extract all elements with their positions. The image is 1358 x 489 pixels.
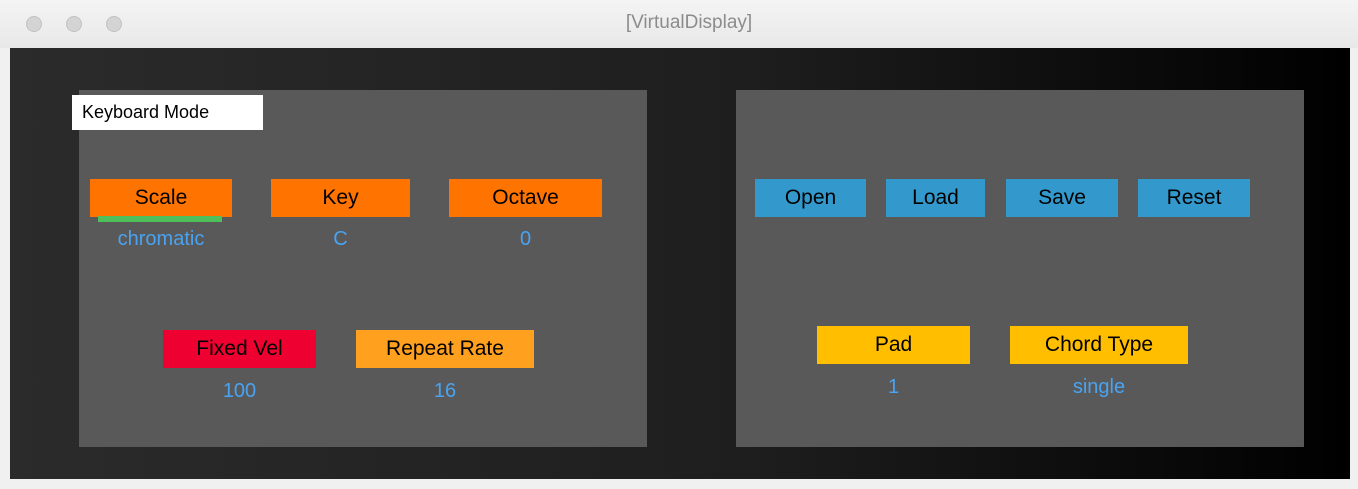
app-window: [VirtualDisplay] Keyboard Mode Scale chr… <box>0 0 1358 489</box>
chord-type-button[interactable]: Chord Type <box>1010 326 1188 364</box>
preset-panel: Open Load Save Reset Pad 1 Chord Type si… <box>736 90 1304 447</box>
keyboard-mode-label: Keyboard Mode <box>72 95 263 130</box>
scale-value: chromatic <box>117 228 205 250</box>
load-button[interactable]: Load <box>886 179 985 217</box>
repeat-rate-button[interactable]: Repeat Rate <box>356 330 534 368</box>
repeat-rate-value: 16 <box>433 380 457 402</box>
window-title: [VirtualDisplay] <box>625 12 753 33</box>
key-button[interactable]: Key <box>271 179 410 217</box>
scale-button[interactable]: Scale <box>90 179 232 217</box>
open-button[interactable]: Open <box>755 179 866 217</box>
key-value: C <box>333 228 348 250</box>
fixed-vel-button[interactable]: Fixed Vel <box>163 330 316 368</box>
pad-button[interactable]: Pad <box>817 326 970 364</box>
fixed-vel-value: 100 <box>222 380 257 402</box>
pad-value: 1 <box>887 376 900 398</box>
save-button[interactable]: Save <box>1006 179 1118 217</box>
display-area: Keyboard Mode Scale chromatic Key C Octa… <box>10 48 1350 479</box>
octave-value: 0 <box>519 228 532 250</box>
octave-button[interactable]: Octave <box>449 179 602 217</box>
keyboard-mode-panel: Keyboard Mode Scale chromatic Key C Octa… <box>72 90 647 447</box>
chord-type-value: single <box>1072 376 1126 398</box>
title-bar: [VirtualDisplay] <box>0 0 1358 48</box>
reset-button[interactable]: Reset <box>1138 179 1250 217</box>
scale-active-indicator <box>98 216 222 222</box>
